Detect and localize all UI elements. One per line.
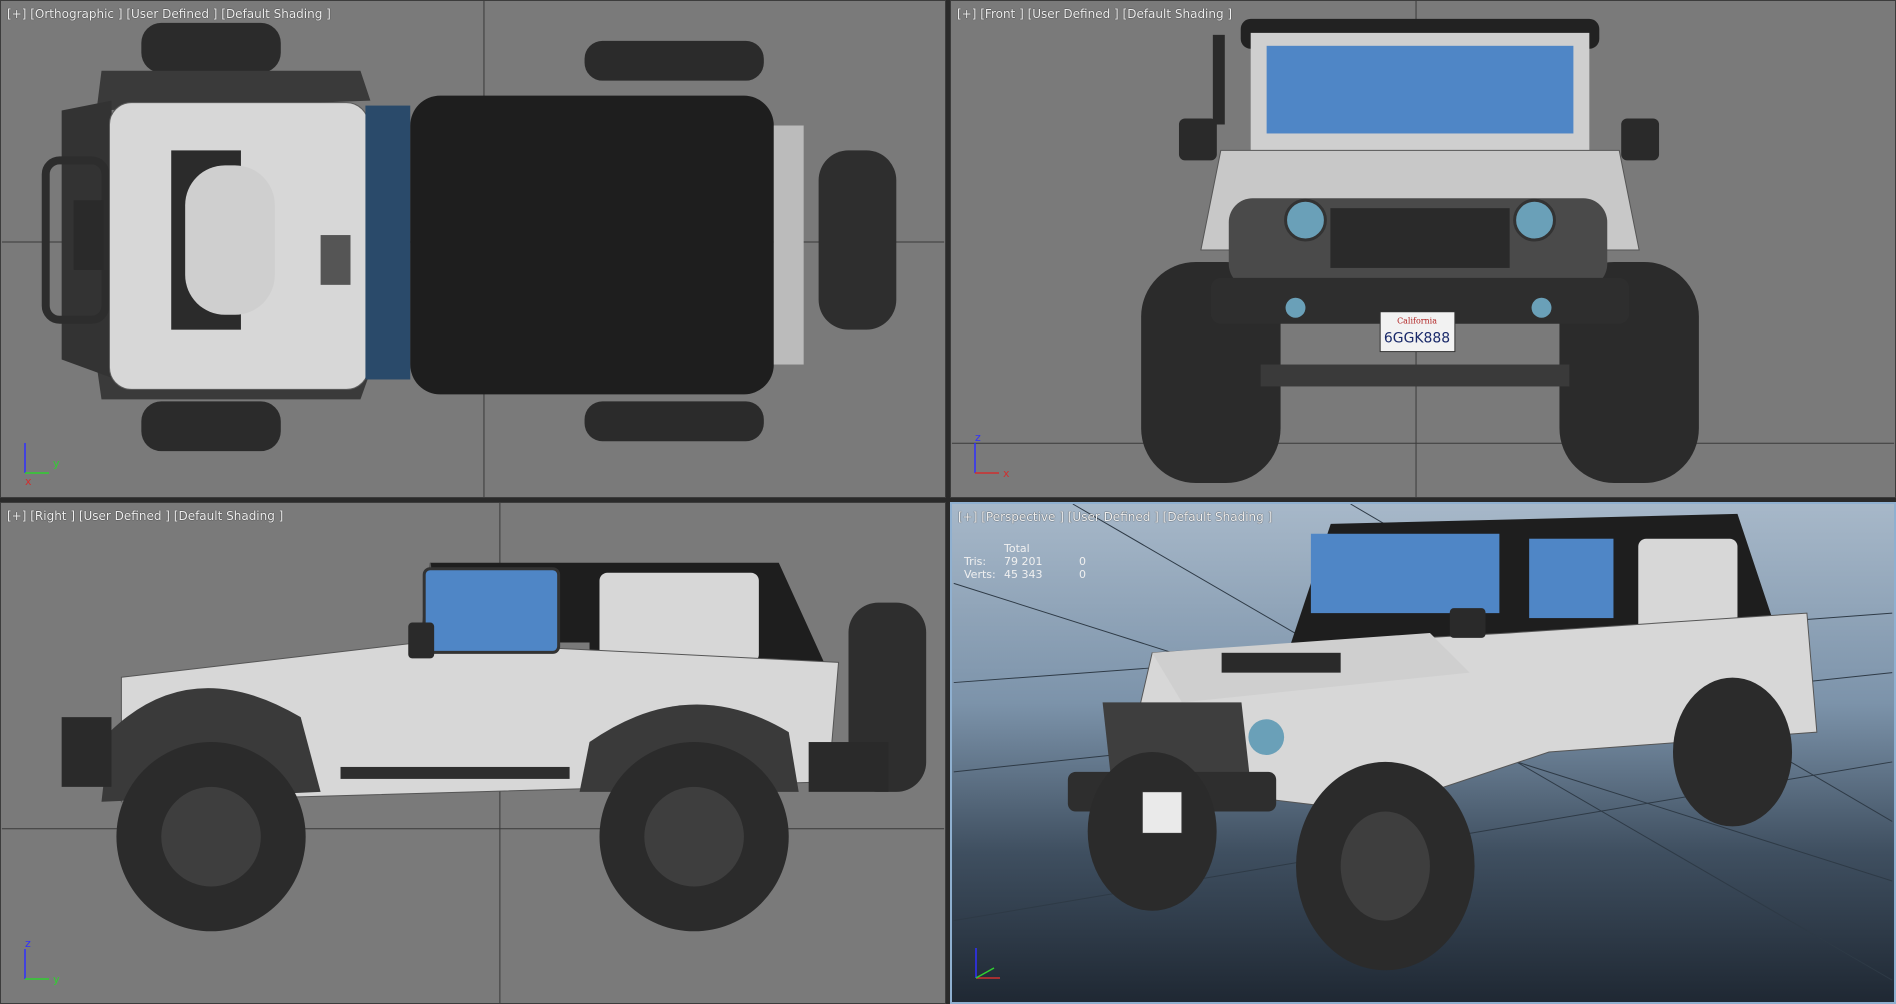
axis-gizmo-front: z x bbox=[973, 431, 1013, 480]
viewport-label-front[interactable]: [+] [Front ] [User Defined ] [Default Sh… bbox=[957, 7, 1232, 21]
stats-verts-total: 45 343 bbox=[1004, 568, 1043, 581]
axis-label-x: x bbox=[1003, 467, 1010, 480]
scene-statistics: Total Tris: 79 201 0 Verts: 45 343 0 bbox=[964, 542, 1109, 581]
plate-state: California bbox=[1397, 317, 1437, 326]
axis-label-z: z bbox=[25, 937, 31, 950]
jeep-front-view: California 6GGK888 bbox=[951, 1, 1895, 497]
jeep-top-view bbox=[1, 1, 945, 497]
axis-gizmo-perspective bbox=[974, 942, 1014, 982]
stats-verts-selected: 0 bbox=[1079, 568, 1086, 581]
axis-gizmo-top: y x bbox=[23, 437, 63, 488]
axis-label-y: y bbox=[53, 973, 60, 986]
axis-label-z: z bbox=[975, 431, 981, 444]
stats-tris-total: 79 201 bbox=[1004, 555, 1043, 568]
viewport-top[interactable]: [+] [Orthographic ] [User Defined ] [Def… bbox=[0, 0, 946, 498]
plate-number: 6GGK888 bbox=[1384, 331, 1450, 347]
stats-header: Total bbox=[1004, 542, 1030, 555]
stats-tris-label: Tris: bbox=[964, 555, 987, 568]
viewport-label-top[interactable]: [+] [Orthographic ] [User Defined ] [Def… bbox=[7, 7, 331, 21]
axis-label-y: y bbox=[53, 457, 60, 470]
axis-label-x: x bbox=[25, 475, 32, 488]
viewport-label-perspective[interactable]: [+] [Perspective ] [User Defined ] [Defa… bbox=[958, 510, 1272, 524]
stats-tris-selected: 0 bbox=[1079, 555, 1086, 568]
viewport-label-right[interactable]: [+] [Right ] [User Defined ] [Default Sh… bbox=[7, 509, 283, 523]
stats-verts-label: Verts: bbox=[964, 568, 996, 581]
jeep-right-view bbox=[1, 503, 945, 1003]
viewport-perspective[interactable]: [+] [Perspective ] [User Defined ] [Defa… bbox=[950, 502, 1896, 1004]
axis-gizmo-right: z y bbox=[23, 937, 63, 986]
viewport-right[interactable]: [+] [Right ] [User Defined ] [Default Sh… bbox=[0, 502, 946, 1004]
viewport-front[interactable]: [+] [Front ] [User Defined ] [Default Sh… bbox=[950, 0, 1896, 498]
